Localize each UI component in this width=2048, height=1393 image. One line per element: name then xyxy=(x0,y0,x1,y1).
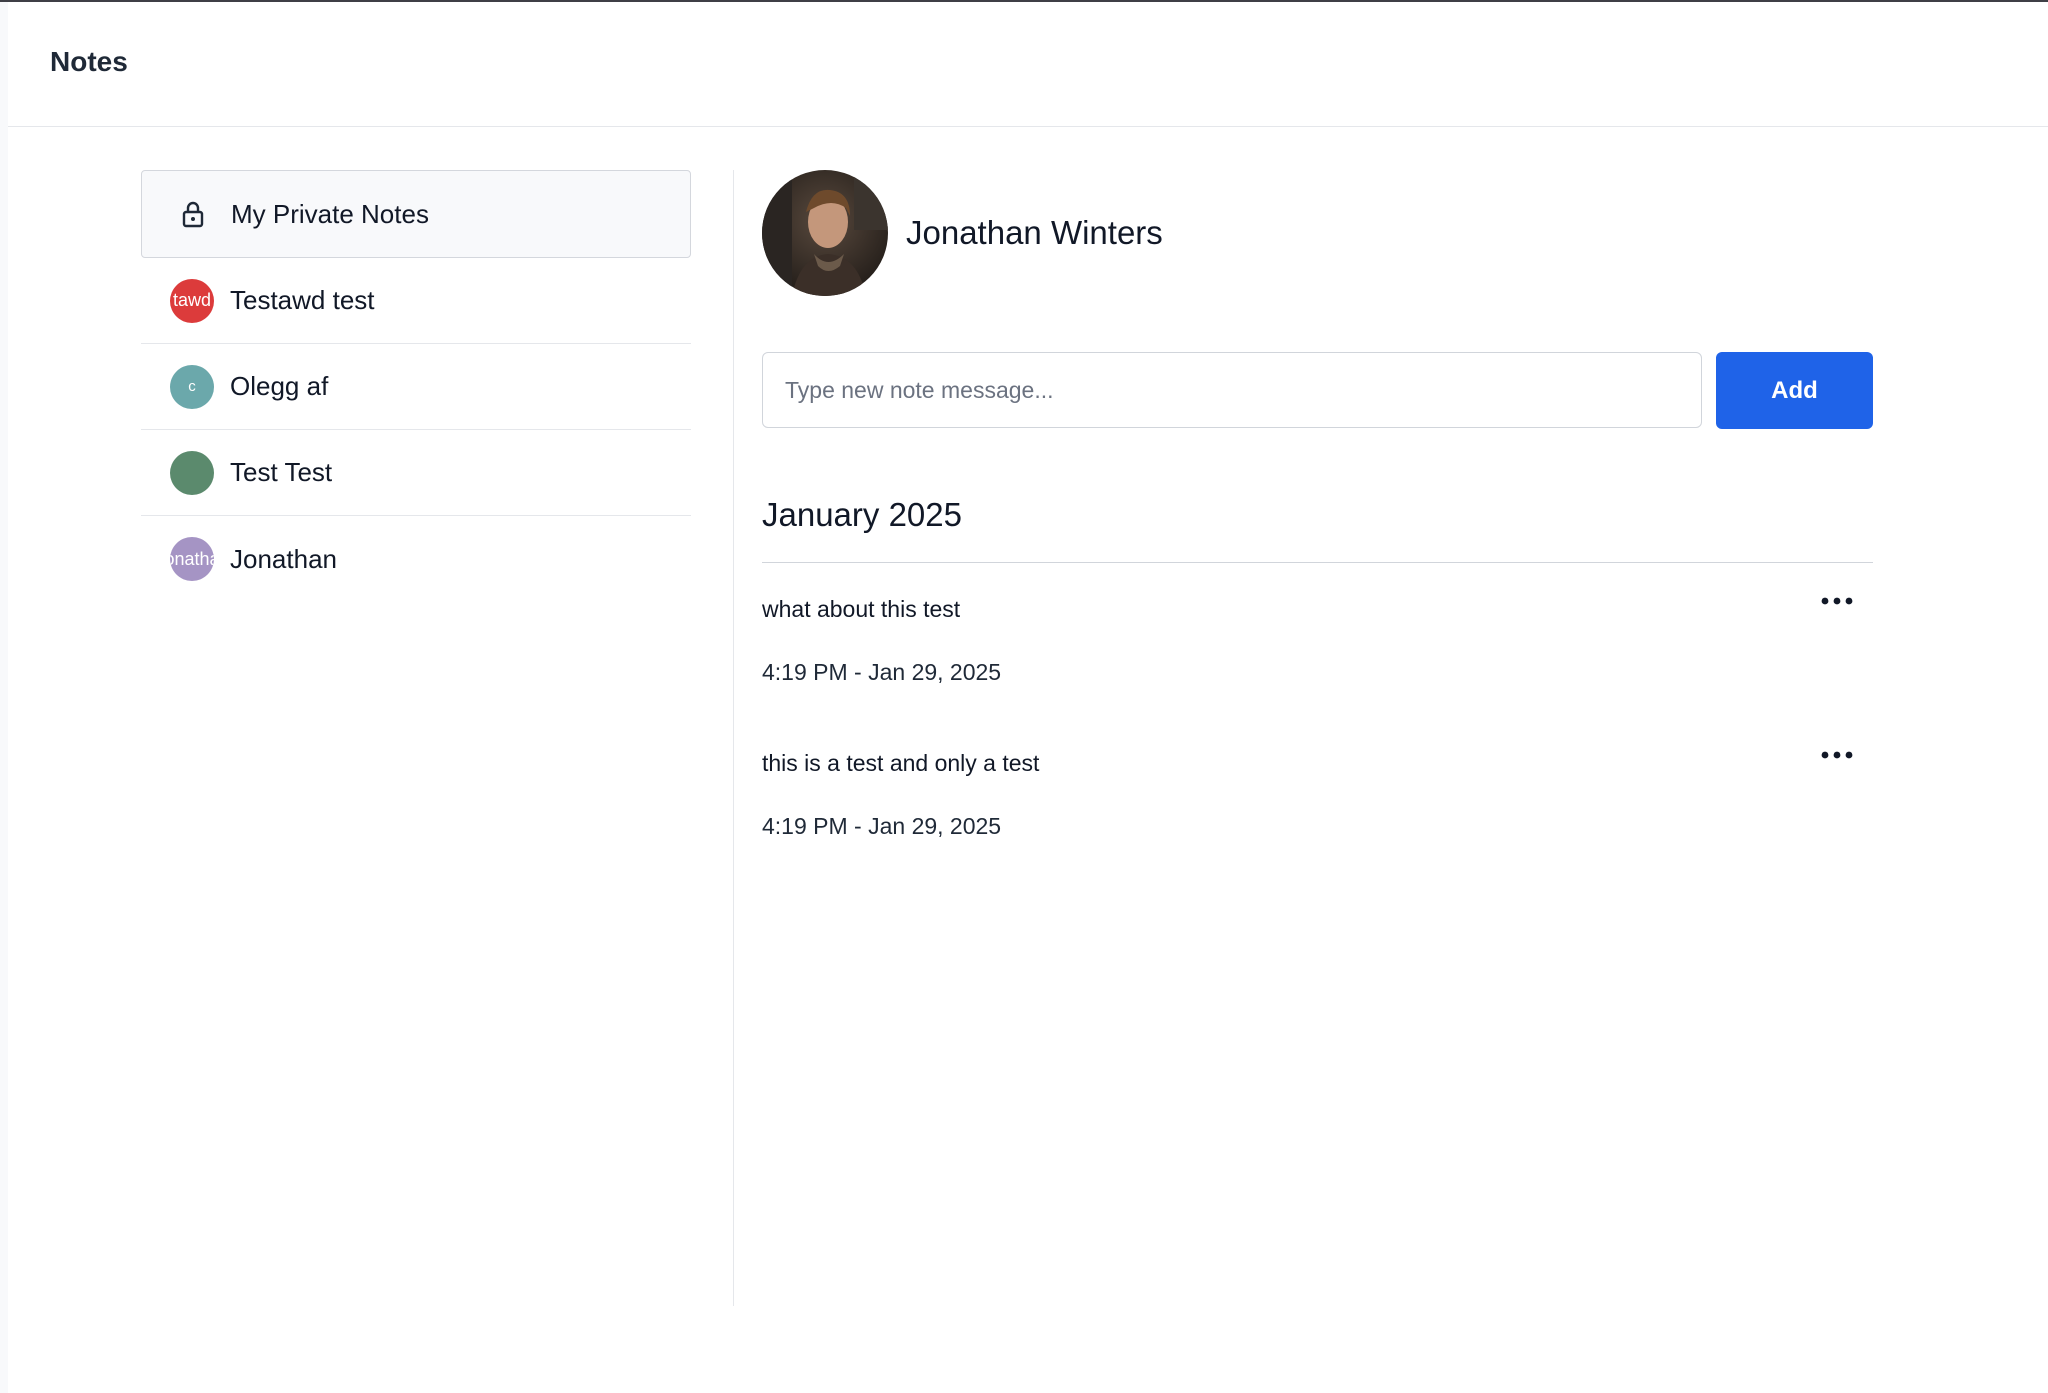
ellipsis-icon xyxy=(1821,746,1853,764)
add-note-button[interactable]: Add xyxy=(1716,352,1873,429)
sidebar-item-olegg[interactable]: c Olegg af xyxy=(141,344,691,430)
app-header: Notes xyxy=(8,2,2048,127)
sidebar-item-label: Olegg af xyxy=(230,371,329,401)
ellipsis-icon xyxy=(1821,592,1853,610)
page-title: Notes xyxy=(50,46,128,77)
sidebar-item-label: Jonathan xyxy=(230,543,337,574)
lock-icon xyxy=(171,192,215,236)
note-message-input[interactable] xyxy=(762,352,1702,428)
month-divider xyxy=(762,562,1873,563)
note-item: what about this test 4:19 PM - Jan 29, 2… xyxy=(762,596,1873,686)
sidebar-item-label: Testawd test xyxy=(230,285,375,315)
more-options-button[interactable] xyxy=(1817,586,1857,616)
note-text: what about this test xyxy=(762,596,961,622)
sidebar-item-label: Test Test xyxy=(230,457,333,487)
more-options-button[interactable] xyxy=(1817,740,1857,770)
avatar: tawd xyxy=(170,278,214,323)
profile-name: Jonathan Winters xyxy=(906,214,1163,251)
month-heading: January 2025 xyxy=(762,496,962,533)
contacts-sidebar: My Private Notes tawd Testawd test c Ole… xyxy=(141,170,691,602)
window-edge xyxy=(0,2,8,1393)
sidebar-item-test-test[interactable]: Test Test xyxy=(141,430,691,516)
avatar xyxy=(170,450,214,495)
sidebar-item-testawd[interactable]: tawd Testawd test xyxy=(141,258,691,344)
note-text: this is a test and only a test xyxy=(762,750,1040,776)
notes-page: Notes My Private Notes tawd Testawd test… xyxy=(0,0,2048,1393)
avatar: c xyxy=(170,364,214,409)
avatar xyxy=(762,170,888,296)
sidebar-item-label: My Private Notes xyxy=(231,198,429,229)
note-timestamp: 4:19 PM - Jan 29, 2025 xyxy=(762,813,1002,839)
column-divider xyxy=(733,170,734,1306)
profile-header: Jonathan Winters xyxy=(762,170,1163,296)
note-item: this is a test and only a test 4:19 PM -… xyxy=(762,750,1873,840)
avatar: onatha xyxy=(170,537,214,581)
note-timestamp: 4:19 PM - Jan 29, 2025 xyxy=(762,659,1002,685)
sidebar-item-private-notes[interactable]: My Private Notes xyxy=(141,170,691,258)
sidebar-item-jonathan[interactable]: onatha Jonathan xyxy=(141,516,691,602)
